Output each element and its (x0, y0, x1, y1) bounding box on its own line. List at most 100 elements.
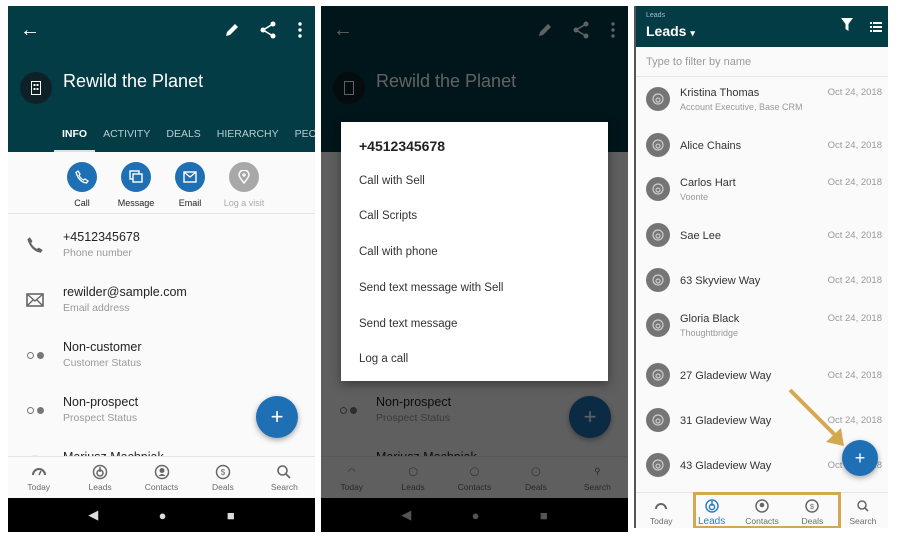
lead-name: Sae Lee (680, 230, 721, 242)
lead-row[interactable]: 63 Skyview Way Oct 24, 2018 (636, 259, 888, 304)
annotation-arrow-icon (788, 388, 844, 446)
menu-item-text-with-sell[interactable]: Send text message with Sell (359, 282, 503, 294)
phone-label: Phone number (63, 247, 132, 259)
app-header: ← Rewild the Planet INFO ACTIVITY DEALS … (8, 6, 315, 152)
filter-funnel-icon[interactable] (841, 18, 853, 37)
nav-deals[interactable]: $ Deals (192, 457, 253, 498)
bottom-nav: Today Leads Contacts $ Deals Search (8, 456, 315, 498)
nav-contacts-label: Contacts (144, 482, 179, 492)
nav-today[interactable]: Today (8, 457, 69, 498)
lead-date: Oct 24, 2018 (827, 275, 882, 286)
menu-item-send-text[interactable]: Send text message (359, 318, 457, 330)
email-value: rewilder@sample.com (63, 285, 187, 299)
email-field-row[interactable]: rewilder@sample.com Email address (8, 273, 315, 327)
back-arrow-icon[interactable]: ← (18, 18, 42, 42)
tab-activity[interactable]: ACTIVITY (95, 126, 158, 152)
menu-item-call-with-phone[interactable]: Call with phone (359, 246, 438, 258)
lead-avatar-icon (646, 268, 670, 292)
lead-name: 63 Skyview Way (680, 275, 761, 287)
customer-status-label: Customer Status (63, 357, 142, 369)
status-dots-icon (24, 399, 46, 421)
add-fab-button[interactable]: + (256, 396, 298, 438)
email-label: Email address (63, 302, 130, 314)
lead-avatar-icon (646, 87, 670, 111)
lead-name: Kristina Thomas (680, 87, 760, 99)
lead-date: Oct 24, 2018 (827, 313, 882, 324)
speedometer-icon (636, 497, 686, 514)
nav-today[interactable]: Today (636, 493, 686, 528)
call-label: Call (74, 198, 90, 208)
dollar-icon: $ (192, 463, 253, 480)
lead-row[interactable]: Alice Chains Oct 24, 2018 (636, 124, 888, 169)
message-action-button[interactable]: Message (106, 162, 166, 208)
lead-subtitle: Voonte (680, 192, 709, 202)
nav-search[interactable]: Search (254, 457, 315, 498)
menu-item-log-call[interactable]: Log a call (359, 353, 408, 365)
edit-pencil-icon[interactable] (220, 18, 244, 42)
tab-people[interactable]: PEOPLE (287, 126, 315, 152)
tab-info[interactable]: INFO (54, 126, 96, 152)
email-icon (175, 162, 205, 192)
nav-contacts[interactable]: Contacts (131, 457, 192, 498)
prospect-status-value: Non-prospect (63, 395, 139, 409)
lead-name: 43 Gladeview Way (680, 460, 772, 472)
lead-date: Oct 24, 2018 (827, 370, 882, 381)
leads-icon (69, 463, 130, 480)
system-home-icon[interactable]: ● (159, 508, 167, 523)
customer-status-value: Non-customer (63, 340, 142, 354)
menu-item-call-scripts[interactable]: Call Scripts (359, 210, 417, 222)
list-view-icon[interactable] (870, 19, 882, 37)
lead-avatar-icon (646, 453, 670, 477)
nav-today-label: Today (649, 516, 673, 526)
lead-row[interactable]: Sae Lee Oct 24, 2018 (636, 214, 888, 259)
nav-leads[interactable]: Leads (69, 457, 130, 498)
highlight-box-annotation (693, 492, 841, 528)
system-back-icon[interactable]: ◀ (88, 507, 98, 523)
system-recents-icon[interactable]: ■ (227, 508, 235, 523)
share-icon[interactable] (256, 18, 280, 42)
menu-item-call-with-sell[interactable]: Call with Sell (359, 175, 425, 187)
lead-date: Oct 24, 2018 (827, 87, 882, 98)
call-action-button[interactable]: Call (52, 162, 112, 208)
phone-options-screen: ← Rewild the Planet Non-prospect Prospec… (321, 6, 628, 532)
customer-status-row[interactable]: Non-customer Customer Status (8, 328, 315, 382)
lead-row[interactable]: Gloria Black Thoughtbridge Oct 24, 2018 (636, 304, 888, 349)
leads-list-screen: Leads Leads ▾ Type to filter by name Kri… (634, 6, 888, 528)
speedometer-icon (8, 463, 69, 480)
lead-date: Oct 24, 2018 (827, 177, 882, 188)
lead-avatar-icon (646, 223, 670, 247)
phone-icon (24, 234, 46, 256)
lead-date: Oct 24, 2018 (827, 140, 882, 151)
lead-avatar-icon (646, 408, 670, 432)
lead-avatar-icon (646, 363, 670, 387)
location-pin-icon (229, 162, 259, 192)
tab-hierarchy[interactable]: HIERARCHY (209, 126, 287, 152)
more-vert-icon[interactable] (288, 18, 312, 42)
page-title: Rewild the Planet (63, 71, 204, 91)
header-caption: Leads (646, 12, 666, 19)
log-visit-action-button[interactable]: Log a visit (214, 162, 274, 208)
lead-name: Gloria Black (680, 313, 740, 325)
email-action-button[interactable]: Email (160, 162, 220, 208)
nav-today-label: Today (27, 482, 51, 492)
phone-field-row[interactable]: +4512345678 Phone number (8, 218, 315, 272)
nav-deals-label: Deals (212, 482, 234, 492)
phone-options-menu: +4512345678 Call with Sell Call Scripts … (341, 122, 608, 381)
nav-search-label: Search (270, 482, 298, 492)
lead-name: Alice Chains (680, 140, 742, 152)
lead-row[interactable]: Kristina Thomas Account Executive, Base C… (636, 78, 888, 123)
company-detail-screen: ← Rewild the Planet INFO ACTIVITY DEALS … (8, 6, 315, 532)
lead-subtitle: Account Executive, Base CRM (680, 102, 803, 112)
filter-input[interactable]: Type to filter by name (636, 47, 888, 77)
nav-search[interactable]: Search (838, 493, 888, 528)
dropdown-caret-icon: ▾ (690, 28, 695, 38)
message-icon (121, 162, 151, 192)
prospect-status-label: Prospect Status (63, 412, 138, 424)
tab-bar: INFO ACTIVITY DEALS HIERARCHY PEOPLE (54, 126, 315, 152)
nav-leads-label: Leads (88, 482, 112, 492)
leads-view-dropdown[interactable]: Leads ▾ (646, 23, 695, 39)
tab-deals[interactable]: DEALS (158, 126, 208, 152)
lead-row[interactable]: Carlos Hart Voonte Oct 24, 2018 (636, 168, 888, 213)
nav-search-label: Search (849, 516, 877, 526)
lead-subtitle: Thoughtbridge (680, 328, 739, 338)
